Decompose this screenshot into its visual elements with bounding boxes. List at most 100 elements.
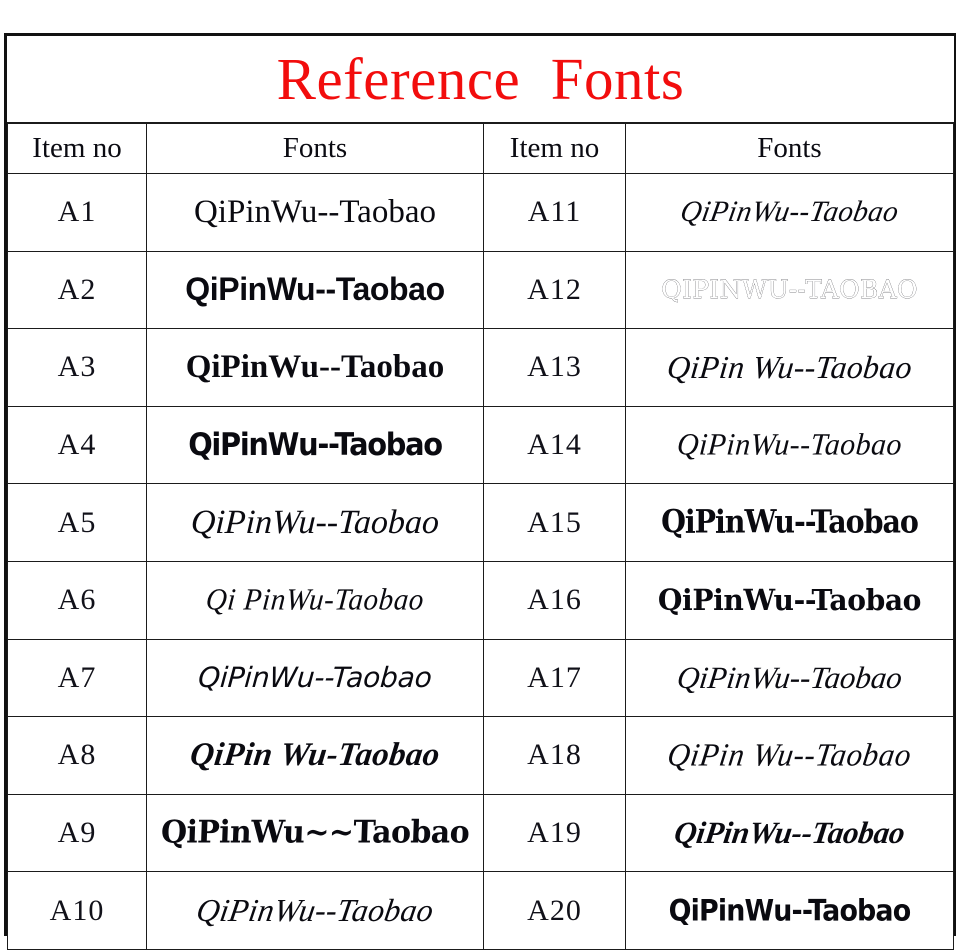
header-fonts-right-label: Fonts [757,132,822,164]
font-sample-cell: QiPinWu~~Taobao [146,793,484,873]
font-sample-cell: QiPinWu--Taobao [146,250,484,330]
item-no-label: A2 [57,272,97,306]
font-sample-a5: QiPinWu--Taobao [190,504,441,541]
font-sample-cell: QIPINWU--TAOBAO [625,250,954,330]
font-sample-a16: QiPinWu--Taobao [657,585,922,616]
item-no-cell: A15 [483,483,626,562]
reference-fonts-table: Reference Fonts Item no Fonts Item no Fo… [7,36,954,950]
fonts-table-frame: Reference Fonts Item no Fonts Item no Fo… [4,33,956,950]
font-sample-cell: QiPinWu--Taobao [625,560,954,640]
page-title-cell: Reference Fonts [7,36,954,124]
font-sample-a4: QiPinWu--Taobao [188,428,443,462]
font-sample-cell: QiPinWu--Taobao [625,638,954,718]
item-no-cell: A17 [483,638,626,718]
item-no-label: A7 [57,660,97,694]
item-no-label: A12 [527,272,582,306]
item-no-label: A16 [527,583,582,617]
item-no-cell: A1 [7,173,147,252]
table-header-row: Item no Fonts Item no Fonts [7,122,954,174]
reference-fonts-page: Reference Fonts Item no Fonts Item no Fo… [0,0,960,950]
font-sample-cell: QiPinWu--Taobao [146,871,484,950]
table-row: A7 QiPinWu--Taobao A17 QiPinWu--Taobao [7,638,954,718]
item-no-label: A13 [527,350,582,384]
font-sample-a14: QiPinWu--Taobao [675,428,904,462]
item-no-label: A9 [57,816,97,850]
font-sample-cell: QiPinWu--Taobao [146,173,484,252]
header-item-no-left: Item no [7,122,147,174]
font-sample-cell: QiPinWu--Taobao [625,483,954,562]
item-no-label: A4 [57,428,97,462]
font-sample-cell: QiPinWu--Taobao [146,638,484,718]
font-sample-a3: QiPinWu--Taobao [185,350,445,385]
font-sample-a10: QiPinWu--Taobao [194,893,437,928]
item-no-cell: A10 [7,871,147,950]
item-no-cell: A11 [483,173,626,252]
font-sample-a13: QiPin Wu--Taobao [665,350,914,385]
table-row: A9 QiPinWu~~Taobao A19 QiPinWu--Taobao [7,793,954,873]
table-row: A4 QiPinWu--Taobao A14 QiPinWu--Taobao [7,405,954,485]
font-sample-a17: QiPinWu--Taobao [675,661,905,695]
font-sample-cell: QiPinWu--Taobao [146,405,484,485]
font-sample-cell: QiPin Wu--Taobao [625,716,954,795]
font-sample-a20: QiPinWu--Taobao [668,895,911,927]
header-item-no-right: Item no [483,122,626,174]
font-sample-a18: QiPin Wu--Taobao [665,738,914,773]
header-item-no-left-label: Item no [32,132,122,164]
item-no-label: A3 [57,350,97,384]
item-no-label: A11 [527,195,582,229]
item-no-cell: A4 [7,405,147,485]
font-sample-a8: QiPin Wu-Taobao [188,738,442,773]
item-no-cell: A20 [483,871,626,950]
title-row: Reference Fonts [7,36,954,124]
font-sample-a15: QiPinWu--Taobao [661,506,919,540]
font-sample-a12: QIPINWU--TAOBAO [661,276,918,304]
item-no-cell: A2 [7,250,147,330]
item-no-cell: A13 [483,328,626,407]
item-no-cell: A9 [7,793,147,873]
table-row: A2 QiPinWu--Taobao A12 QIPINWU--TAOBAO [7,250,954,330]
table-row: A6 Qi PinWu-Taobao A16 QiPinWu--Taobao [7,560,954,640]
font-sample-a7: QiPinWu--Taobao [197,663,433,693]
item-no-cell: A14 [483,405,626,485]
table-row: A5 QiPinWu--Taobao A15 QiPinWu--Taobao [7,483,954,562]
item-no-label: A17 [527,660,582,694]
item-no-cell: A18 [483,716,626,795]
item-no-label: A14 [527,428,582,462]
item-no-cell: A16 [483,560,626,640]
item-no-label: A5 [57,505,97,539]
table-row: A8 QiPin Wu-Taobao A18 QiPin Wu--Taobao [7,716,954,795]
font-sample-cell: QiPinWu--Taobao [625,871,954,950]
item-no-cell: A3 [7,328,147,407]
item-no-cell: A19 [483,793,626,873]
header-fonts-left-label: Fonts [282,132,348,164]
font-sample-cell: QiPin Wu--Taobao [625,328,954,407]
font-sample-a6: Qi PinWu-Taobao [204,584,426,617]
item-no-label: A10 [49,893,105,927]
item-no-cell: A12 [483,250,626,330]
item-no-cell: A8 [7,716,147,795]
page-title: Reference Fonts [276,45,685,112]
font-sample-a9: QiPinWu~~Taobao [160,816,470,850]
font-sample-cell: QiPinWu--Taobao [625,173,954,252]
item-no-cell: A6 [7,560,147,640]
font-sample-cell: QiPinWu--Taobao [625,405,954,485]
font-sample-a2: QiPinWu--Taobao [185,273,445,307]
font-sample-a11: QiPinWu--Taobao [677,196,902,228]
item-no-label: A18 [527,738,582,772]
item-no-label: A19 [527,816,582,850]
table-row: A3 QiPinWu--Taobao A13 QiPin Wu--Taobao [7,328,954,407]
font-sample-cell: QiPinWu--Taobao [146,328,484,407]
header-item-no-right-label: Item no [509,132,600,164]
table-row: A10 QiPinWu--Taobao A20 QiPinWu--Taobao [7,871,954,950]
item-no-label: A15 [527,505,582,539]
header-fonts-right: Fonts [625,122,954,174]
item-no-label: A20 [527,893,582,927]
item-no-label: A6 [57,583,97,617]
table-row: A1 QiPinWu--Taobao A11 QiPinWu--Taobao [7,173,954,252]
font-sample-cell: QiPinWu--Taobao [625,793,954,873]
item-no-cell: A5 [7,483,147,562]
item-no-cell: A7 [7,638,147,718]
item-no-label: A1 [57,195,97,229]
font-sample-cell: QiPin Wu-Taobao [146,716,484,795]
font-sample-a1: QiPinWu--Taobao [194,194,436,230]
